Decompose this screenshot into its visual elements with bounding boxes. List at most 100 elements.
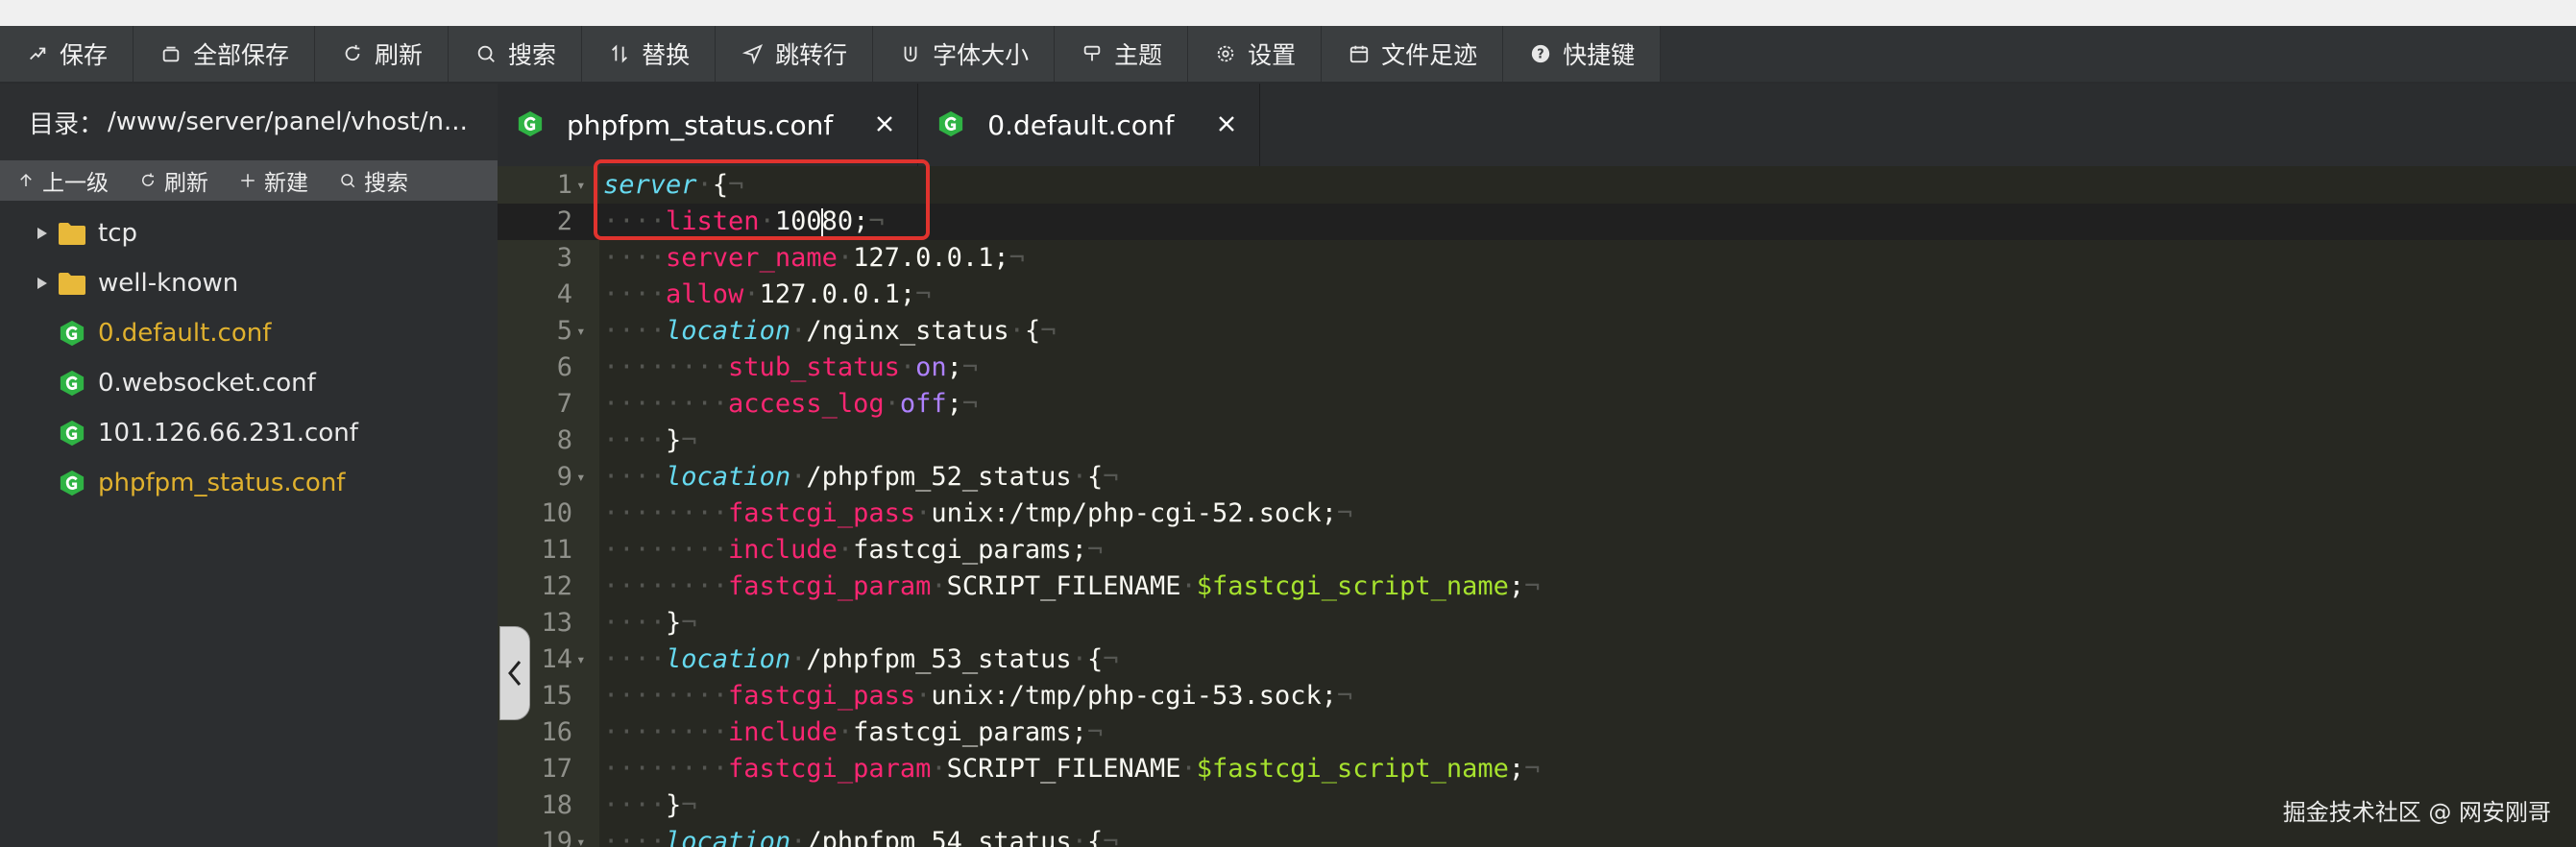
- file-tree: tcp well-known 0.default.conf 0.websocket.c…: [0, 201, 498, 508]
- indent-guide: ········: [603, 681, 729, 711]
- code-token: ;: [1508, 571, 1525, 601]
- tree-item-label: phpfpm_status.conf: [98, 469, 346, 497]
- code-token: ;: [1508, 754, 1525, 784]
- line-number: 1: [556, 170, 572, 200]
- fold-toggle-icon[interactable]: ▾: [576, 313, 586, 350]
- code-line[interactable]: 8 ····}¬: [498, 423, 2576, 459]
- directory-path-bar[interactable]: 目录： /www/server/panel/vhost/n...: [0, 84, 498, 160]
- code-token: off: [899, 389, 947, 419]
- indent-guide: ····: [603, 644, 667, 674]
- fold-toggle-icon[interactable]: ▾: [576, 824, 586, 847]
- code-token: ¬: [1086, 717, 1104, 747]
- caret-right-icon[interactable]: [19, 227, 58, 240]
- sidebar-tool-1[interactable]: 上一级: [0, 160, 122, 201]
- window-top-strip: [0, 0, 2576, 26]
- save-icon: [25, 41, 50, 66]
- toolbar-button-7[interactable]: 字体大小: [873, 26, 1056, 82]
- close-icon[interactable]: [1217, 114, 1238, 135]
- toolbar-button-3[interactable]: 刷新: [315, 26, 450, 82]
- code-token: ·: [743, 279, 760, 309]
- code-token: ¬: [915, 279, 932, 309]
- sidebar-tool-4[interactable]: 搜索: [322, 160, 422, 201]
- goto-line-icon: [741, 41, 766, 66]
- code-line[interactable]: 4 ····allow·127.0.0.1;¬: [498, 277, 2576, 313]
- code-line[interactable]: 6 ········stub_status·on;¬: [498, 350, 2576, 386]
- toolbar-button-5[interactable]: 替换: [582, 26, 717, 82]
- replace-icon: [607, 41, 632, 66]
- code-line[interactable]: 17 ········fastcgi_param·SCRIPT_FILENAME·…: [498, 751, 2576, 787]
- indent-guide: ········: [603, 535, 729, 565]
- tree-item-label: well-known: [98, 269, 239, 298]
- code-token: ¬: [1040, 316, 1057, 346]
- plus-icon: [239, 172, 256, 189]
- code-line[interactable]: 18 ····}¬: [498, 787, 2576, 824]
- code-line[interactable]: 19 ▾ ····location·/phpfpm_54_status·{¬: [498, 824, 2576, 847]
- fold-toggle-icon[interactable]: ▾: [576, 167, 586, 204]
- code-line[interactable]: 13 ····}¬: [498, 605, 2576, 641]
- tree-file[interactable]: 0.websocket.conf: [0, 358, 498, 408]
- sidebar-tool-2[interactable]: 刷新: [122, 160, 222, 201]
- close-icon[interactable]: [875, 114, 896, 135]
- file-sidebar: 目录： /www/server/panel/vhost/n... 上一级 刷新 新建…: [0, 84, 498, 847]
- line-number: 6: [556, 352, 572, 382]
- code-text: ····}¬: [603, 787, 697, 824]
- toolbar-button-1[interactable]: 保存: [0, 26, 134, 82]
- editor-tab[interactable]: phpfpm_status.conf: [498, 84, 919, 166]
- line-number: 2: [556, 206, 572, 236]
- editor-tab[interactable]: 0.default.conf: [918, 84, 1260, 166]
- code-line[interactable]: 10 ········fastcgi_pass·unix:/tmp/php-cgi…: [498, 496, 2576, 532]
- code-token: ¬: [1103, 462, 1119, 492]
- tree-folder[interactable]: tcp: [0, 208, 498, 258]
- tree-file[interactable]: 0.default.conf: [0, 308, 498, 358]
- fold-toggle-icon[interactable]: ▾: [576, 459, 586, 496]
- toolbar-button-8[interactable]: 主题: [1055, 26, 1189, 82]
- collapse-sidebar-button[interactable]: [499, 626, 530, 720]
- indent-guide: ····: [603, 462, 667, 492]
- toolbar-button-10[interactable]: 文件足迹: [1322, 26, 1504, 82]
- code-token: ·: [837, 717, 854, 747]
- indent-guide: ····: [603, 827, 667, 847]
- gear-icon: [1213, 41, 1238, 66]
- toolbar-button-label: 设置: [1248, 41, 1297, 69]
- toolbar-button-label: 搜索: [508, 41, 557, 69]
- nginx-file-icon: [58, 319, 86, 348]
- tree-file[interactable]: phpfpm_status.conf: [0, 458, 498, 508]
- code-token: /phpfpm_53_status: [806, 644, 1072, 674]
- code-line[interactable]: 16 ········include·fastcgi_params;¬: [498, 714, 2576, 751]
- tree-item-label: 0.default.conf: [98, 319, 272, 348]
- line-number: 4: [556, 279, 572, 309]
- code-token: ¬: [1524, 754, 1541, 784]
- sidebar-tool-label: 上一级: [42, 171, 109, 196]
- code-token: ·: [837, 243, 854, 273]
- toolbar-button-label: 主题: [1114, 41, 1163, 69]
- help-icon: ?: [1528, 41, 1553, 66]
- toolbar-button-9[interactable]: 设置: [1188, 26, 1323, 82]
- toolbar-button-2[interactable]: 全部保存: [134, 26, 316, 82]
- tree-file[interactable]: 101.126.66.231.conf: [0, 408, 498, 458]
- caret-right-icon[interactable]: [19, 277, 58, 290]
- code-token: 127.0.0.1;: [759, 279, 916, 309]
- code-line[interactable]: 12 ········fastcgi_param·SCRIPT_FILENAME·…: [498, 569, 2576, 605]
- code-line[interactable]: 7 ········access_log·off;¬: [498, 386, 2576, 423]
- code-line[interactable]: 11 ········include·fastcgi_params;¬: [498, 532, 2576, 569]
- code-line[interactable]: 14 ▾ ····location·/phpfpm_53_status·{¬: [498, 641, 2576, 678]
- toolbar-button-11[interactable]: ? 快捷键: [1503, 26, 1662, 82]
- save-all-icon: [158, 41, 183, 66]
- code-token: }: [666, 790, 682, 820]
- indent-guide: ········: [603, 754, 729, 784]
- code-token: ·: [837, 535, 854, 565]
- line-number: 3: [556, 243, 572, 273]
- indent-guide: ········: [603, 352, 729, 382]
- code-editor[interactable]: 1 ▾ server·{¬ 2 ····listen·10080;¬ 3 ····serve…: [498, 166, 2576, 847]
- code-line[interactable]: 3 ····server_name·127.0.0.1;¬: [498, 240, 2576, 277]
- tree-folder[interactable]: well-known: [0, 258, 498, 308]
- code-line[interactable]: 9 ▾ ····location·/phpfpm_52_status·{¬: [498, 459, 2576, 496]
- code-text: ········include·fastcgi_params;¬: [603, 532, 1103, 569]
- toolbar-button-6[interactable]: 跳转行: [716, 26, 874, 82]
- code-line[interactable]: 5 ▾ ····location·/nginx_status·{¬: [498, 313, 2576, 350]
- code-line[interactable]: 15 ········fastcgi_pass·unix:/tmp/php-cgi…: [498, 678, 2576, 714]
- fold-toggle-icon[interactable]: ▾: [576, 641, 586, 678]
- code-token: SCRIPT_FILENAME: [946, 571, 1181, 601]
- sidebar-tool-3[interactable]: 新建: [222, 160, 322, 201]
- toolbar-button-4[interactable]: 搜索: [449, 26, 583, 82]
